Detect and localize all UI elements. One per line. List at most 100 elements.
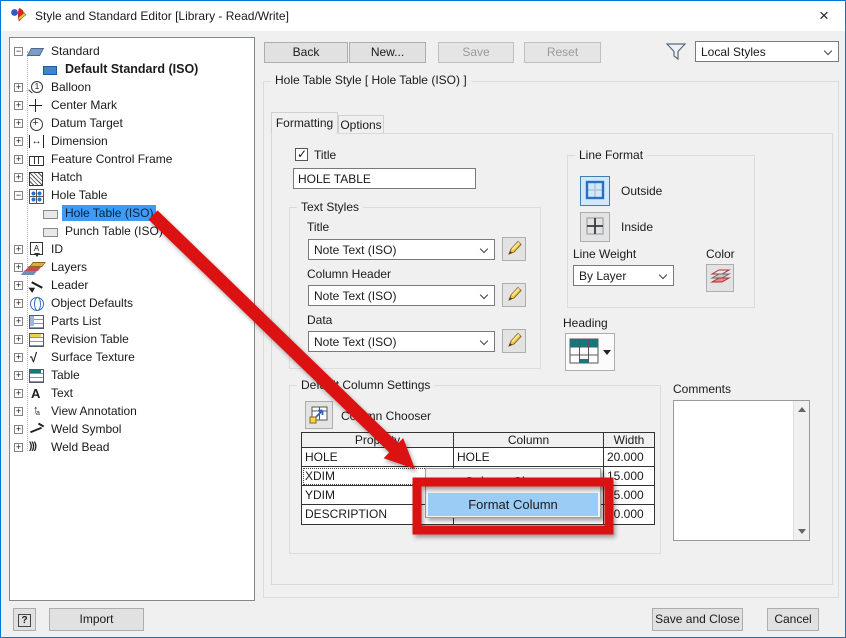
tree-item-layers[interactable]: +Layers <box>10 258 254 276</box>
tree-item-hole-table-iso[interactable]: Hole Table (ISO) <box>10 204 254 222</box>
edit-column-header-style-button[interactable] <box>502 283 526 307</box>
column-header-style-label: Column Header <box>307 267 391 281</box>
table-title-input[interactable] <box>293 168 476 189</box>
plus-expand-box-icon[interactable]: + <box>14 335 23 344</box>
line-weight-value: By Layer <box>579 269 626 283</box>
title-checkbox[interactable] <box>295 148 308 161</box>
minus-expand-box-icon[interactable]: − <box>14 191 23 200</box>
tree-item-balloon[interactable]: +Balloon <box>10 78 254 96</box>
column-header-style-select[interactable]: Note Text (ISO) <box>308 285 495 306</box>
tree-item-label: Revision Table <box>48 331 132 347</box>
plus-expand-box-icon[interactable]: + <box>14 137 23 146</box>
menu-item-column-chooser[interactable]: Column Chooser <box>428 470 598 493</box>
column-chooser-icon <box>308 403 330 428</box>
close-button[interactable]: × <box>803 1 845 31</box>
comments-scrollbar[interactable] <box>793 401 809 540</box>
tree-item-text[interactable]: +Text <box>10 384 254 402</box>
import-button[interactable]: Import <box>49 608 144 631</box>
tree-item-id[interactable]: +ID <box>10 240 254 258</box>
help-button[interactable]: ? <box>13 608 36 631</box>
cell-property-hole[interactable]: HOLE <box>302 448 454 467</box>
tree-item-weld-symbol[interactable]: + Weld Symbol <box>10 420 254 438</box>
layers-color-icon <box>709 268 731 289</box>
tree-item-datum-target[interactable]: +Datum Target <box>10 114 254 132</box>
line-color-button[interactable] <box>706 264 734 292</box>
cancel-button[interactable]: Cancel <box>767 608 819 631</box>
column-header-column[interactable]: Column <box>454 433 604 448</box>
cell-width-1[interactable]: 15.000 <box>604 467 654 486</box>
tab-formatting[interactable]: Formatting <box>271 112 338 134</box>
edit-data-style-button[interactable] <box>502 329 526 353</box>
menu-item-format-column[interactable]: Format Column <box>428 493 598 516</box>
tab-options[interactable]: Options <box>338 115 384 134</box>
data-style-select[interactable]: Note Text (ISO) <box>308 331 495 352</box>
tree-item-leader[interactable]: +Leader <box>10 276 254 294</box>
column-header-property[interactable]: Property <box>302 433 454 448</box>
back-button[interactable]: Back <box>264 42 348 63</box>
plus-expand-box-icon[interactable]: + <box>14 263 23 272</box>
style-item-icon <box>42 206 59 221</box>
edit-title-style-button[interactable] <box>502 237 526 261</box>
plus-expand-box-icon[interactable]: + <box>14 443 23 452</box>
save-button[interactable]: Save <box>438 42 514 63</box>
scroll-down-icon[interactable] <box>798 529 806 534</box>
line-weight-select[interactable]: By Layer <box>573 265 674 286</box>
plus-expand-box-icon[interactable]: + <box>14 245 23 254</box>
plus-expand-box-icon[interactable]: + <box>14 407 23 416</box>
cell-width-3[interactable]: 50.000 <box>604 505 654 524</box>
tree-item-view-annotation[interactable]: +View Annotation <box>10 402 254 420</box>
outside-lines-button[interactable] <box>580 176 610 206</box>
title-style-value: Note Text (ISO) <box>314 243 396 257</box>
tree-item-punch-table-iso[interactable]: Punch Table (ISO) <box>10 222 254 240</box>
new-button[interactable]: New... <box>349 42 426 63</box>
comments-textarea[interactable] <box>673 400 810 541</box>
cell-column-hole[interactable]: HOLE <box>454 448 604 467</box>
plus-expand-box-icon[interactable]: + <box>14 83 23 92</box>
plus-expand-box-icon[interactable]: + <box>14 101 23 110</box>
cell-width-2[interactable]: 15.000 <box>604 486 654 505</box>
tree-item-hatch[interactable]: +Hatch <box>10 168 254 186</box>
tree-item-parts-list[interactable]: +Parts List <box>10 312 254 330</box>
tree-item-default-standard-iso[interactable]: Default Standard (ISO) <box>10 60 254 78</box>
plus-expand-box-icon[interactable]: + <box>14 389 23 398</box>
plus-expand-box-icon[interactable]: + <box>14 281 23 290</box>
reset-button[interactable]: Reset <box>524 42 601 63</box>
plus-expand-box-icon[interactable]: + <box>14 155 23 164</box>
plus-expand-box-icon[interactable]: + <box>14 299 23 308</box>
plus-expand-box-icon[interactable]: + <box>14 119 23 128</box>
save-and-close-button[interactable]: Save and Close <box>652 608 743 631</box>
heading-position-button[interactable] <box>565 333 615 371</box>
pencil-icon <box>505 331 523 352</box>
tree-item-table[interactable]: +Table <box>10 366 254 384</box>
tree-item-object-defaults[interactable]: +Object Defaults <box>10 294 254 312</box>
tree-item-hole-table[interactable]: −Hole Table <box>10 186 254 204</box>
cell-width-0[interactable]: 20.000 <box>604 448 654 467</box>
plus-expand-box-icon[interactable]: + <box>14 173 23 182</box>
tree-item-feature-control-frame[interactable]: +Feature Control Frame <box>10 150 254 168</box>
tree-item-dimension[interactable]: +Dimension <box>10 132 254 150</box>
styles-filter-select[interactable]: Local Styles <box>695 41 839 62</box>
tree-item-label: Weld Symbol <box>48 421 124 437</box>
filter-funnel-icon[interactable] <box>664 42 688 65</box>
plus-expand-box-icon[interactable]: + <box>14 317 23 326</box>
heading-table-icon <box>569 338 599 367</box>
inside-lines-button[interactable] <box>580 212 610 242</box>
tree-item-standard[interactable]: −Standard <box>10 42 254 60</box>
column-header-width[interactable]: Width <box>604 433 654 448</box>
tree-item-weld-bead[interactable]: +Weld Bead <box>10 438 254 456</box>
text-style-title-label: Title <box>307 220 329 234</box>
scroll-up-icon[interactable] <box>798 407 806 412</box>
chevron-down-icon <box>659 271 667 279</box>
table-icon <box>28 368 45 383</box>
book-icon <box>28 44 45 59</box>
column-chooser-button[interactable] <box>305 401 333 429</box>
tree-item-surface-texture[interactable]: +Surface Texture <box>10 348 254 366</box>
plus-expand-box-icon[interactable]: + <box>14 371 23 380</box>
id-icon <box>28 242 45 257</box>
tree-item-revision-table[interactable]: + Revision Table <box>10 330 254 348</box>
minus-expand-box-icon[interactable]: − <box>14 47 23 56</box>
plus-expand-box-icon[interactable]: + <box>14 425 23 434</box>
tree-item-center-mark[interactable]: +Center Mark <box>10 96 254 114</box>
plus-expand-box-icon[interactable]: + <box>14 353 23 362</box>
title-style-select[interactable]: Note Text (ISO) <box>308 239 495 260</box>
